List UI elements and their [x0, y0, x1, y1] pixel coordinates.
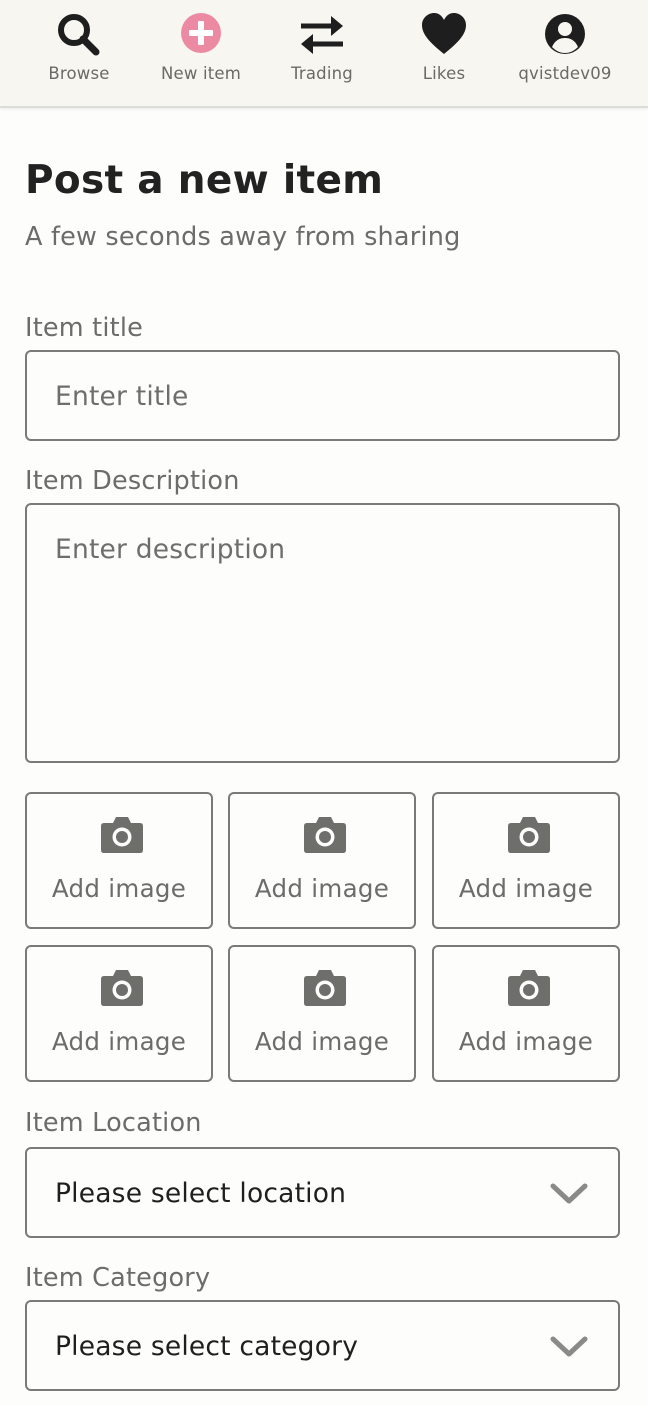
- search-icon: [58, 14, 100, 56]
- title-label: Item title: [25, 313, 144, 343]
- nav-browse-label: Browse: [48, 64, 110, 83]
- add-image-tile-6[interactable]: Add image: [432, 945, 620, 1082]
- location-select[interactable]: Please select location: [25, 1147, 620, 1238]
- category-select[interactable]: Please select category: [25, 1300, 620, 1391]
- camera-icon: [101, 970, 143, 1006]
- add-image-label: Add image: [254, 874, 390, 903]
- description-label: Item Description: [25, 466, 240, 496]
- nav-likes[interactable]: Likes: [384, 0, 504, 106]
- nav-trading-label: Trading: [291, 64, 353, 83]
- add-image-label: Add image: [51, 1027, 187, 1056]
- add-image-tile-3[interactable]: Add image: [432, 792, 620, 929]
- category-select-value: Please select category: [55, 1331, 359, 1362]
- add-image-label: Add image: [254, 1027, 390, 1056]
- add-image-tile-4[interactable]: Add image: [25, 945, 213, 1082]
- page-title: Post a new item: [25, 158, 384, 203]
- title-placeholder: Enter title: [55, 381, 189, 412]
- plus-circle-icon: [181, 13, 221, 53]
- page-subtitle: A few seconds away from sharing: [25, 222, 461, 252]
- category-label: Item Category: [25, 1263, 211, 1293]
- title-input[interactable]: Enter title: [25, 350, 620, 441]
- nav-new-item[interactable]: New item: [141, 0, 261, 106]
- nav-new-item-label: New item: [160, 64, 242, 83]
- chevron-down-icon: [550, 1336, 588, 1357]
- nav-browse[interactable]: Browse: [19, 0, 139, 106]
- add-image-tile-1[interactable]: Add image: [25, 792, 213, 929]
- nav-likes-label: Likes: [422, 64, 466, 83]
- add-image-tile-5[interactable]: Add image: [228, 945, 416, 1082]
- add-image-tile-2[interactable]: Add image: [228, 792, 416, 929]
- location-select-value: Please select location: [55, 1178, 347, 1209]
- camera-icon: [508, 970, 550, 1006]
- add-image-label: Add image: [458, 874, 594, 903]
- heart-icon: [422, 13, 466, 54]
- user-icon: [545, 14, 585, 54]
- add-image-label: Add image: [458, 1027, 594, 1056]
- nav-profile[interactable]: qvistdev09: [505, 0, 625, 106]
- description-input[interactable]: Enter description: [25, 503, 620, 763]
- swap-arrows-icon: [301, 16, 343, 54]
- nav-profile-label: qvistdev09: [518, 64, 612, 83]
- description-placeholder: Enter description: [55, 534, 286, 565]
- location-label: Item Location: [25, 1108, 202, 1138]
- camera-icon: [508, 817, 550, 853]
- camera-icon: [304, 970, 346, 1006]
- camera-icon: [101, 817, 143, 853]
- add-image-label: Add image: [51, 874, 187, 903]
- top-nav: Browse New item Trading Likes qvistdev09: [0, 0, 648, 108]
- camera-icon: [304, 817, 346, 853]
- nav-trading[interactable]: Trading: [262, 0, 382, 106]
- chevron-down-icon: [550, 1183, 588, 1204]
